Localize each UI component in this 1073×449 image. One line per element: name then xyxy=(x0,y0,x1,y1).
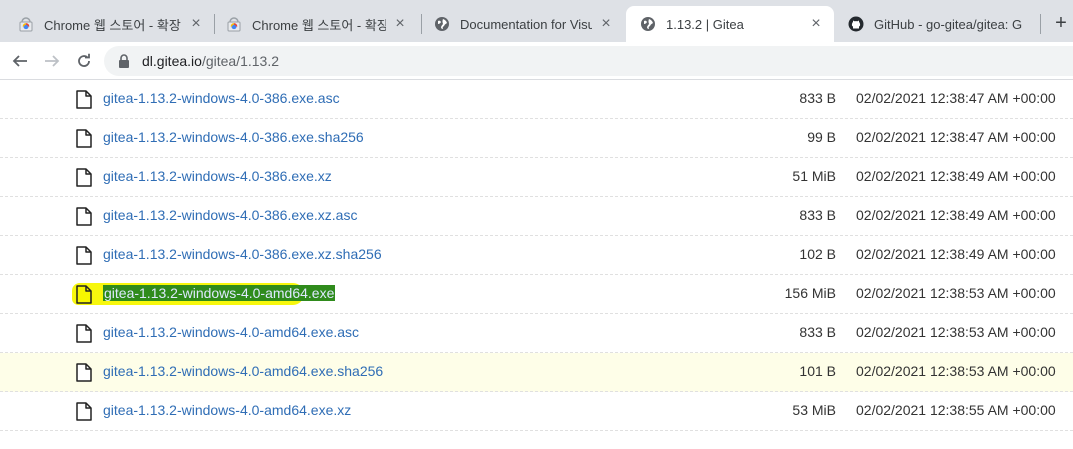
file-size: 53 MiB xyxy=(792,402,836,418)
file-icon xyxy=(76,168,92,187)
file-link[interactable]: gitea-1.13.2-windows-4.0-amd64.exe.sha25… xyxy=(103,363,383,379)
tab-gitea-active[interactable]: 1.13.2 | Gitea × xyxy=(626,6,834,42)
url-text: dl.gitea.io/gitea/1.13.2 xyxy=(142,53,279,69)
file-row: gitea-1.13.2-windows-4.0-amd64.exe.asc 83… xyxy=(0,314,1073,353)
file-icon xyxy=(76,285,92,304)
browser-toolbar: dl.gitea.io/gitea/1.13.2 xyxy=(0,42,1073,80)
file-row: gitea-1.13.2-windows-4.0-386.exe.xz 51 Mi… xyxy=(0,158,1073,197)
github-icon xyxy=(848,16,864,32)
file-date: 02/02/2021 12:38:49 AM +00:00 xyxy=(856,246,1056,262)
new-tab-button[interactable]: + xyxy=(1050,12,1072,34)
file-icon xyxy=(76,324,92,343)
file-row: gitea-1.13.2-windows-4.0-386.exe.sha256 9… xyxy=(0,119,1073,158)
file-date: 02/02/2021 12:38:49 AM +00:00 xyxy=(856,168,1056,184)
chrome-web-store-icon xyxy=(18,16,34,32)
chrome-web-store-icon xyxy=(226,16,242,32)
file-link[interactable]: gitea-1.13.2-windows-4.0-386.exe.xz.asc xyxy=(103,207,357,223)
tab-documentation[interactable]: Documentation for Visual × xyxy=(420,6,624,42)
file-row: gitea-1.13.2-windows-4.0-amd64.exe 156 Mi… xyxy=(0,275,1073,314)
file-size: 51 MiB xyxy=(792,168,836,184)
file-link[interactable]: gitea-1.13.2-windows-4.0-386.exe.xz.sha2… xyxy=(103,246,382,262)
tab-title: 1.13.2 | Gitea xyxy=(666,16,744,32)
tab-chrome-web-store-2[interactable]: Chrome 웹 스토어 - 확장 × xyxy=(212,6,418,42)
file-row: gitea-1.13.2-windows-4.0-386.exe.xz.sha2… xyxy=(0,236,1073,275)
address-bar[interactable]: dl.gitea.io/gitea/1.13.2 xyxy=(104,46,1073,76)
tab-divider xyxy=(1040,14,1041,34)
tab-title: Chrome 웹 스토어 - 확장 xyxy=(44,17,181,33)
tab-github[interactable]: GitHub - go-gitea/gitea: G xyxy=(834,6,1044,42)
file-icon xyxy=(76,90,92,109)
file-size: 156 MiB xyxy=(784,285,836,301)
file-link[interactable]: gitea-1.13.2-windows-4.0-amd64.exe.xz xyxy=(103,402,351,418)
file-size: 101 B xyxy=(799,363,836,379)
file-link[interactable]: gitea-1.13.2-windows-4.0-386.exe.xz xyxy=(103,168,332,184)
file-size: 833 B xyxy=(799,207,836,223)
file-icon xyxy=(76,207,92,226)
url-path: /gitea/1.13.2 xyxy=(201,53,279,69)
tab-chrome-web-store-1[interactable]: Chrome 웹 스토어 - 확장 × xyxy=(4,6,214,42)
file-row: gitea-1.13.2-windows-4.0-amd64.exe.sha25… xyxy=(0,353,1073,392)
tab-title: GitHub - go-gitea/gitea: G xyxy=(874,16,1023,32)
lock-icon[interactable] xyxy=(116,53,132,69)
file-list: gitea-1.13.2-windows-4.0-386.exe.asc 833 … xyxy=(0,80,1073,449)
file-link[interactable]: gitea-1.13.2-windows-4.0-amd64.exe xyxy=(103,285,336,301)
file-link[interactable]: gitea-1.13.2-windows-4.0-amd64.exe.asc xyxy=(103,324,359,340)
globe-icon xyxy=(640,16,656,32)
file-date: 02/02/2021 12:38:47 AM +00:00 xyxy=(856,129,1056,145)
file-date: 02/02/2021 12:38:47 AM +00:00 xyxy=(856,90,1056,106)
close-icon[interactable]: × xyxy=(392,16,408,32)
file-icon xyxy=(76,129,92,148)
file-size: 833 B xyxy=(799,90,836,106)
tab-title: Chrome 웹 스토어 - 확장 xyxy=(252,17,386,33)
tab-title: Documentation for Visual xyxy=(460,16,592,32)
close-icon[interactable]: × xyxy=(188,16,204,32)
reload-button[interactable] xyxy=(72,49,96,73)
file-link[interactable]: gitea-1.13.2-windows-4.0-386.exe.sha256 xyxy=(103,129,364,145)
file-date: 02/02/2021 12:38:49 AM +00:00 xyxy=(856,207,1056,223)
tab-strip: Chrome 웹 스토어 - 확장 × Chrome 웹 스토어 - 확장 × … xyxy=(0,0,1073,42)
file-date: 02/02/2021 12:38:53 AM +00:00 xyxy=(856,363,1056,379)
reload-icon xyxy=(78,53,90,67)
file-row: gitea-1.13.2-windows-4.0-386.exe.asc 833 … xyxy=(0,80,1073,119)
file-icon xyxy=(76,363,92,382)
arrow-right-icon xyxy=(45,55,60,67)
file-icon xyxy=(76,402,92,421)
file-date: 02/02/2021 12:38:53 AM +00:00 xyxy=(856,285,1056,301)
file-link[interactable]: gitea-1.13.2-windows-4.0-386.exe.asc xyxy=(103,90,340,106)
close-icon[interactable]: × xyxy=(598,16,614,32)
url-host: dl.gitea.io xyxy=(142,53,202,69)
globe-icon xyxy=(434,16,450,32)
file-date: 02/02/2021 12:38:55 AM +00:00 xyxy=(856,402,1056,418)
back-button[interactable] xyxy=(8,49,32,73)
arrow-left-icon xyxy=(12,55,27,67)
file-icon xyxy=(76,246,92,265)
file-size: 833 B xyxy=(799,324,836,340)
file-row: gitea-1.13.2-windows-4.0-386.exe.xz.asc 8… xyxy=(0,197,1073,236)
file-size: 99 B xyxy=(807,129,836,145)
file-row: gitea-1.13.2-windows-4.0-amd64.exe.xz 53 … xyxy=(0,392,1073,431)
file-size: 102 B xyxy=(799,246,836,262)
close-icon[interactable]: × xyxy=(808,16,824,32)
file-date: 02/02/2021 12:38:53 AM +00:00 xyxy=(856,324,1056,340)
forward-button[interactable] xyxy=(40,49,64,73)
